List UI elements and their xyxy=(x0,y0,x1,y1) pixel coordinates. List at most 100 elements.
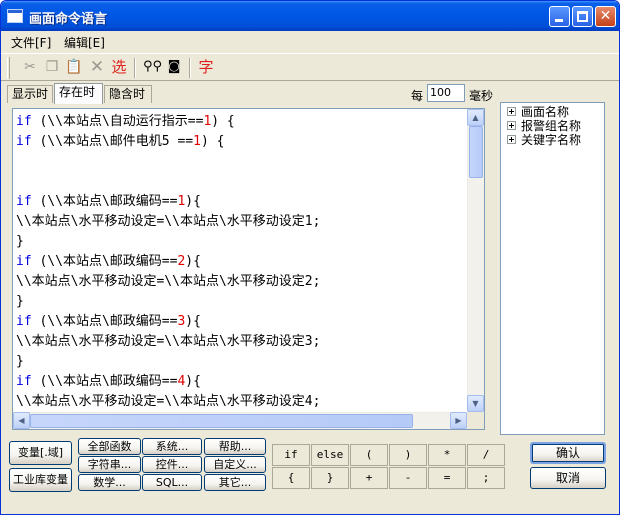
tab-stored[interactable]: 存在时 xyxy=(54,83,103,104)
vertical-scrollbar[interactable]: ▲ ▼ xyxy=(467,109,484,412)
code-line[interactable]: } xyxy=(16,352,468,372)
code-text: \\本站点\水平移动设定=\\本站点\水平移动设定4; xyxy=(16,394,321,409)
code-line[interactable]: if (\\本站点\邮件电机5 ==1) { xyxy=(16,132,468,152)
other-functions-button[interactable]: 其它... xyxy=(204,474,266,491)
copy-icon[interactable]: ❐ xyxy=(43,58,61,76)
operator-button[interactable]: { xyxy=(272,467,310,489)
code-keyword: if xyxy=(16,374,40,389)
code-line[interactable]: } xyxy=(16,292,468,312)
code-line[interactable]: if (\\本站点\邮政编码==3){ xyxy=(16,312,468,332)
vertical-scroll-thumb[interactable] xyxy=(469,126,483,178)
control-functions-button[interactable]: 控件... xyxy=(142,456,202,473)
code-text: ){ xyxy=(185,254,201,269)
help-button[interactable]: 帮助... xyxy=(204,438,266,455)
find-icon[interactable]: ⚲⚲ xyxy=(143,58,162,76)
scroll-left-button[interactable]: ◀ xyxy=(13,412,30,429)
tree-item-label: 关键字名称 xyxy=(521,133,582,147)
code-line[interactable]: if (\\本站点\邮政编码==4){ xyxy=(16,372,468,392)
system-functions-button[interactable]: 系统... xyxy=(142,438,202,455)
interval-input[interactable]: 100 xyxy=(427,84,465,102)
code-text: (\\本站点\邮政编码== xyxy=(39,374,178,389)
math-functions-button[interactable]: 数学... xyxy=(78,474,141,491)
tab-display[interactable]: 显示时 xyxy=(7,85,53,103)
code-number: 1 xyxy=(193,134,201,149)
industrial-db-variable-button[interactable]: 工业库变量 xyxy=(9,468,72,492)
code-text: ){ xyxy=(185,194,201,209)
code-line[interactable]: \\本站点\水平移动设定=\\本站点\水平移动设定3; xyxy=(16,332,468,352)
font-icon[interactable]: 字 xyxy=(197,58,215,76)
interval-label: 每 xyxy=(411,89,424,103)
scrollbar-corner xyxy=(467,412,484,429)
code-line[interactable]: \\本站点\水平移动设定=\\本站点\水平移动设定4; xyxy=(16,392,468,410)
scroll-right-button[interactable]: ▶ xyxy=(450,412,467,429)
horizontal-scroll-thumb[interactable] xyxy=(30,414,413,428)
cut-icon[interactable]: ✂ xyxy=(21,58,39,76)
confirm-button[interactable]: 确认 xyxy=(530,442,606,464)
script-editor[interactable]: if (\\本站点\自动运行指示==1) {if (\\本站点\邮件电机5 ==… xyxy=(12,108,485,430)
code-line[interactable] xyxy=(16,172,468,192)
tree-item-label: 画面名称 xyxy=(521,105,570,119)
operator-button[interactable]: / xyxy=(467,444,505,466)
operator-button[interactable]: else xyxy=(311,444,349,466)
expand-plus-icon[interactable] xyxy=(507,121,516,130)
sql-functions-button[interactable]: SQL... xyxy=(142,474,202,491)
operator-button[interactable]: - xyxy=(389,467,427,489)
toolbar-separator xyxy=(134,58,136,78)
title-bar[interactable]: 画面命令语言 ✕ xyxy=(1,1,619,31)
code-text: (\\本站点\邮政编码== xyxy=(39,194,178,209)
code-text: } xyxy=(16,294,24,309)
operator-button[interactable]: ) xyxy=(389,444,427,466)
code-line[interactable]: if (\\本站点\自动运行指示==1) { xyxy=(16,112,468,132)
code-line[interactable]: if (\\本站点\邮政编码==2){ xyxy=(16,252,468,272)
operator-button[interactable]: + xyxy=(350,467,388,489)
scroll-down-button[interactable]: ▼ xyxy=(467,395,484,412)
operator-button[interactable]: ; xyxy=(467,467,505,489)
variable-field-button[interactable]: 变量[.域] xyxy=(9,441,72,465)
maximize-button[interactable] xyxy=(572,6,593,27)
scroll-up-button[interactable]: ▲ xyxy=(467,109,484,126)
code-text: } xyxy=(16,234,24,249)
script-text[interactable]: if (\\本站点\自动运行指示==1) {if (\\本站点\邮件电机5 ==… xyxy=(16,112,468,410)
code-text: ) { xyxy=(211,114,235,129)
horizontal-scrollbar[interactable]: ◀ ▶ xyxy=(13,412,467,429)
code-line[interactable]: \\本站点\水平移动设定=\\本站点\水平移动设定2; xyxy=(16,272,468,292)
code-line[interactable]: \\本站点\水平移动设定=\\本站点\水平移动设定1; xyxy=(16,212,468,232)
maximize-icon xyxy=(577,11,588,22)
command-language-window: 画面命令语言 ✕ 文件[F] 编辑[E] ✂ ❐ 📋 ✕ 选 ⚲⚲ ◙ 字 显示… xyxy=(0,0,620,515)
code-text: ){ xyxy=(185,314,201,329)
menu-file[interactable]: 文件[F] xyxy=(11,34,51,51)
toolbar-separator xyxy=(189,58,191,78)
tree-item-label: 报警组名称 xyxy=(521,119,582,133)
toolbar-grip[interactable] xyxy=(7,57,10,79)
code-text: \\本站点\水平移动设定=\\本站点\水平移动设定1; xyxy=(16,214,321,229)
custom-functions-button[interactable]: 自定义... xyxy=(204,456,266,473)
tab-hidden[interactable]: 隐含时 xyxy=(104,85,152,103)
replace-icon[interactable]: ◙ xyxy=(165,58,183,76)
operator-button[interactable]: = xyxy=(428,467,466,489)
code-text: (\\本站点\邮件电机5 == xyxy=(39,134,194,149)
operator-button[interactable]: ( xyxy=(350,444,388,466)
string-functions-button[interactable]: 字符串... xyxy=(78,456,141,473)
delete-icon[interactable]: ✕ xyxy=(88,58,106,76)
menu-edit[interactable]: 编辑[E] xyxy=(64,34,105,51)
name-tree[interactable]: 画面名称 报警组名称 关键字名称 xyxy=(500,102,605,435)
code-line[interactable]: } xyxy=(16,232,468,252)
select-icon[interactable]: 选 xyxy=(110,58,128,76)
close-button[interactable]: ✕ xyxy=(595,6,616,27)
expand-plus-icon[interactable] xyxy=(507,135,516,144)
operator-button[interactable]: * xyxy=(428,444,466,466)
minimize-button[interactable] xyxy=(549,6,570,27)
code-keyword: if xyxy=(16,254,40,269)
expand-plus-icon[interactable] xyxy=(507,107,516,116)
window-title: 画面命令语言 xyxy=(29,12,108,27)
all-functions-button[interactable]: 全部函数 xyxy=(78,438,141,455)
code-line[interactable] xyxy=(16,152,468,172)
code-text: } xyxy=(16,354,24,369)
paste-icon[interactable]: 📋 xyxy=(65,58,83,76)
operator-button[interactable]: if xyxy=(272,444,310,466)
cancel-button[interactable]: 取消 xyxy=(530,467,606,489)
toolbar: ✂ ❐ 📋 ✕ 选 ⚲⚲ ◙ 字 xyxy=(1,53,619,81)
code-keyword: if xyxy=(16,114,40,129)
operator-button[interactable]: } xyxy=(311,467,349,489)
code-line[interactable]: if (\\本站点\邮政编码==1){ xyxy=(16,192,468,212)
